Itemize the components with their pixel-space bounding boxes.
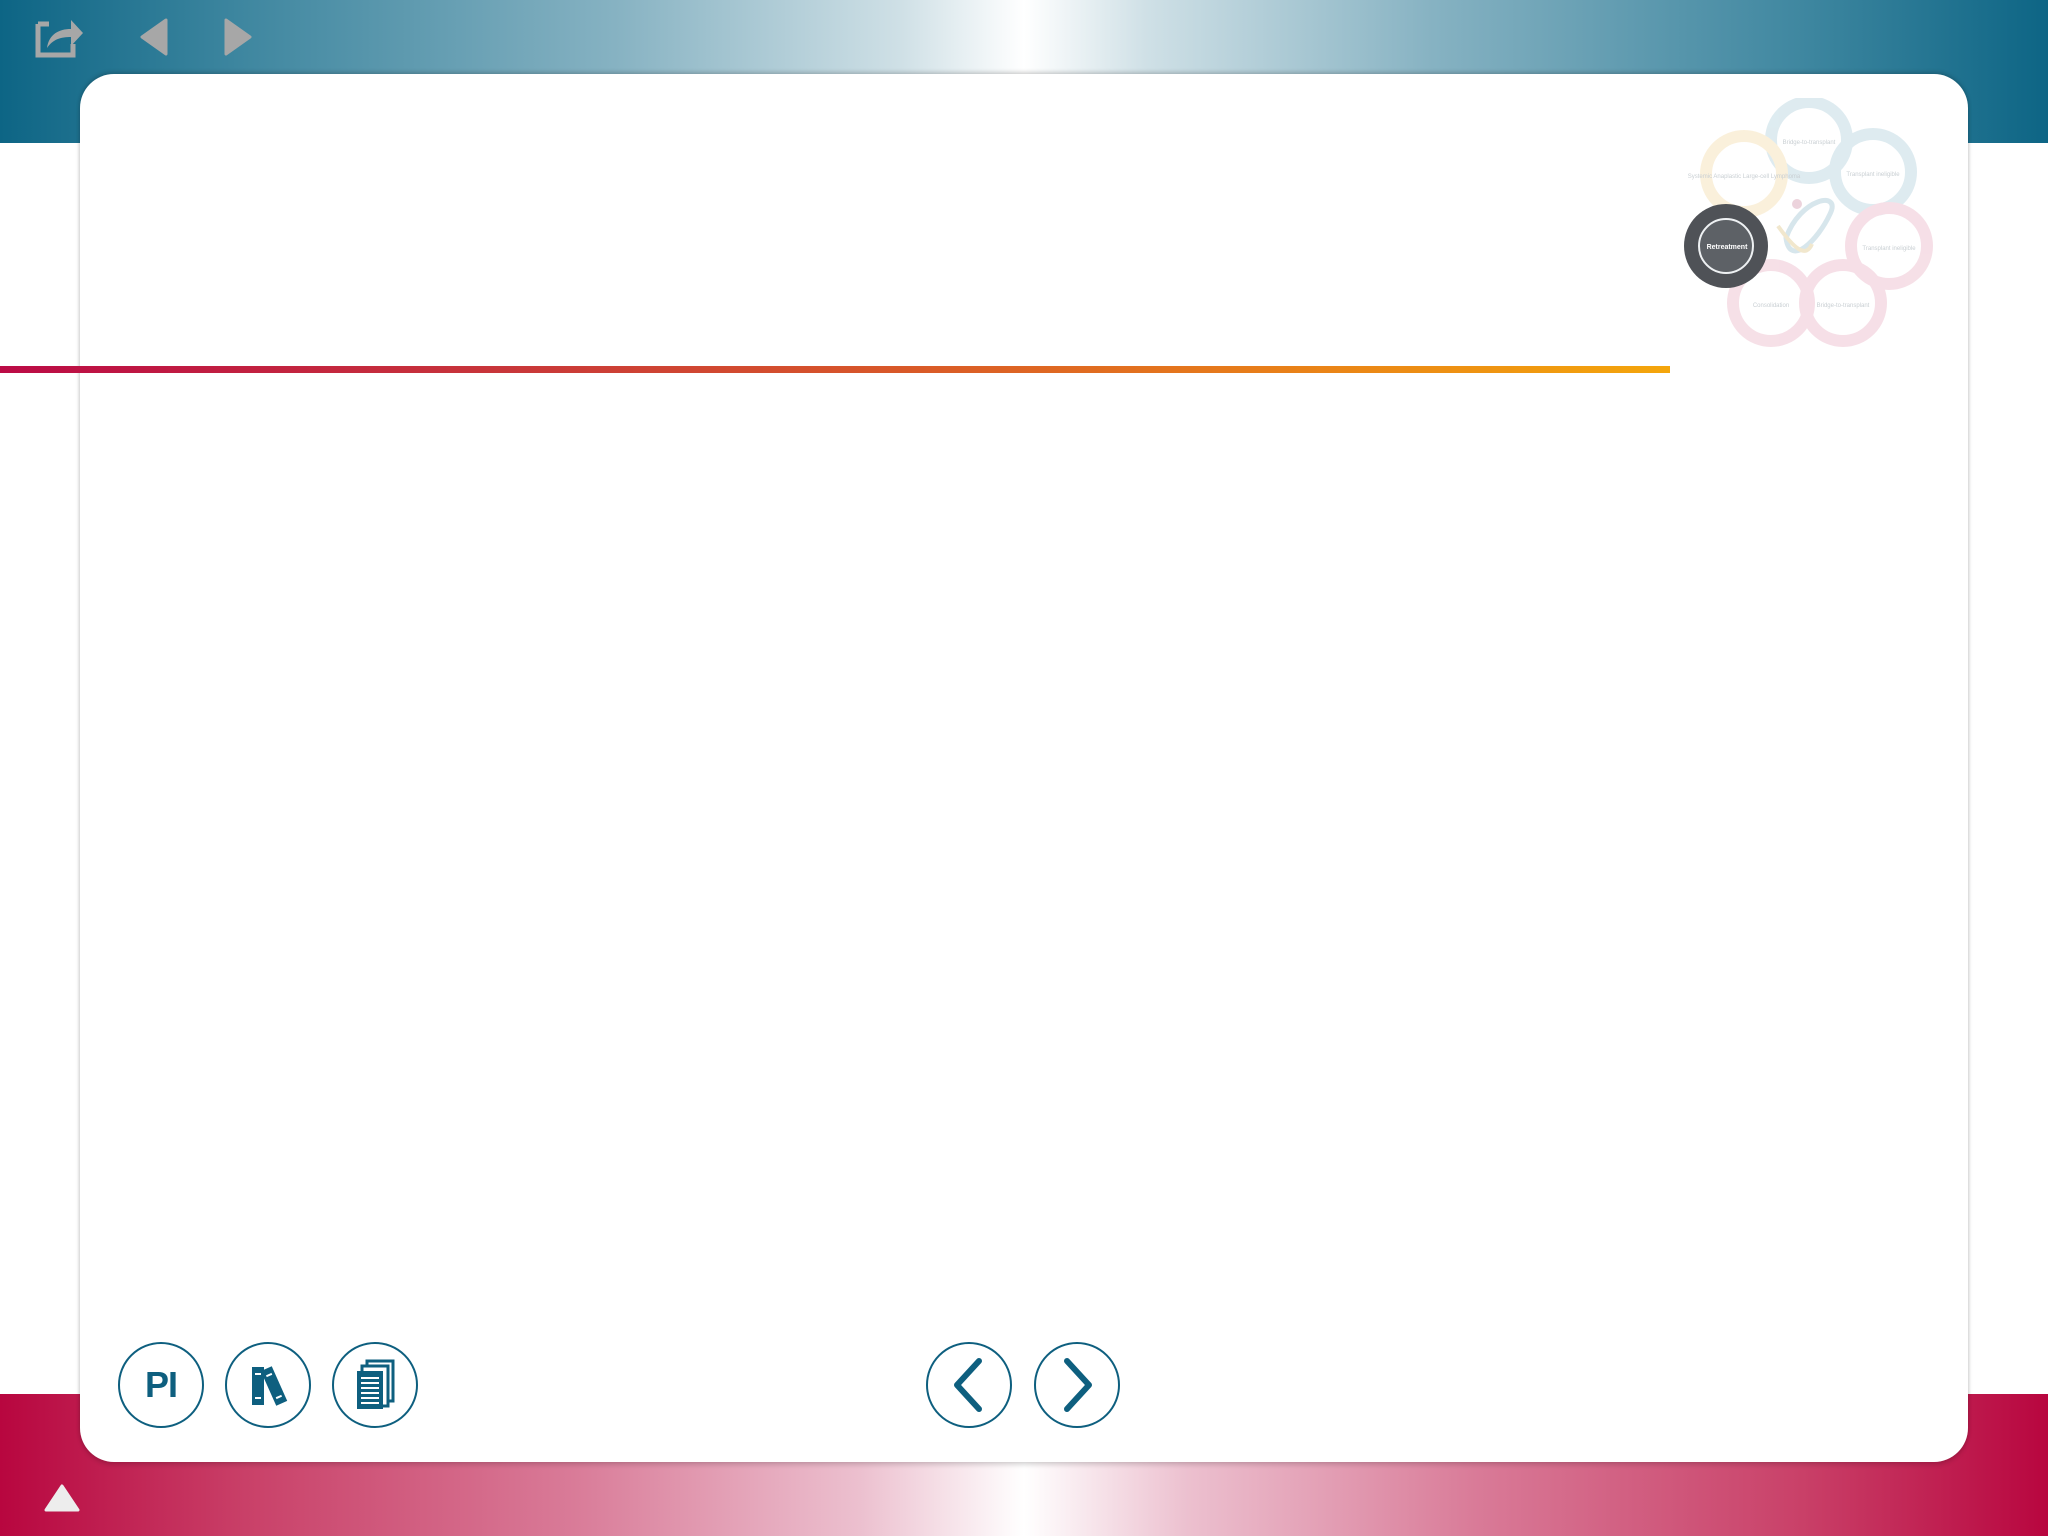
- cycle-item-label[interactable]: Consolidation: [1753, 303, 1789, 309]
- cycle-item-label[interactable]: Systemic Anaplastic Large-cell Lymphoma: [1688, 174, 1801, 180]
- share-button[interactable]: [32, 12, 88, 62]
- books-icon: [252, 1366, 288, 1406]
- triangle-up-icon: [44, 1484, 80, 1512]
- cycle-item-label[interactable]: Transplant ineligible: [1862, 246, 1916, 252]
- documents-button[interactable]: [332, 1342, 418, 1428]
- chevron-left-icon: [954, 1358, 982, 1412]
- cycle-item-label[interactable]: Transplant ineligible: [1846, 172, 1900, 178]
- documents-icon: [357, 1359, 395, 1409]
- triangle-right-icon: [224, 18, 252, 56]
- pi-label: PI: [144, 1364, 178, 1405]
- section-divider: [0, 366, 1670, 373]
- expand-menu-button[interactable]: [42, 1480, 82, 1516]
- prescribing-info-button[interactable]: PI: [118, 1342, 204, 1428]
- triangle-left-icon: [140, 18, 168, 56]
- share-icon: [35, 20, 83, 58]
- chevron-right-icon: [1064, 1358, 1092, 1412]
- next-page-button[interactable]: [1034, 1342, 1120, 1428]
- treatment-cycle-nav: Bridge-to-transplant Transplant ineligib…: [1684, 98, 1933, 347]
- cycle-item-active[interactable]: Retreatment: [1707, 244, 1749, 251]
- back-button[interactable]: [134, 12, 174, 62]
- app-screen: Bridge-to-transplant Transplant ineligib…: [0, 0, 2048, 1536]
- forward-button[interactable]: [218, 12, 258, 62]
- references-button[interactable]: [225, 1342, 311, 1428]
- previous-page-button[interactable]: [926, 1342, 1012, 1428]
- cycle-item-label[interactable]: Bridge-to-transplant: [1817, 303, 1870, 309]
- cycle-item-label[interactable]: Bridge-to-transplant: [1783, 140, 1836, 146]
